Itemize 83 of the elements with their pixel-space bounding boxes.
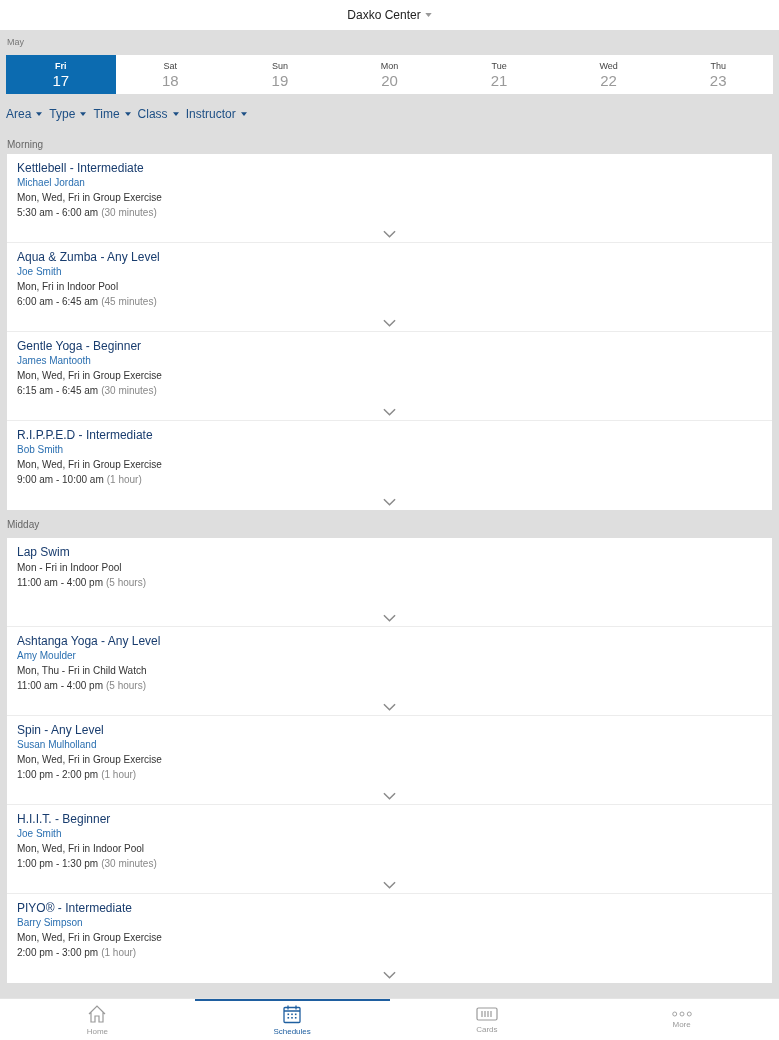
class-card[interactable]: Spin - Any Level Susan Mulholland Mon, Wed, Fri in Group Exercise 1:00 pm - 2:00 pm (1 hour) [7, 716, 772, 805]
class-duration: (30 minutes) [101, 206, 157, 220]
instructor-link[interactable]: Michael Jordan [17, 176, 762, 190]
class-location: Mon, Wed, Fri in Group Exercise [17, 931, 163, 945]
more-icon [671, 1010, 692, 1017]
class-time: 1:00 pm - 1:30 pm [17, 857, 99, 871]
class-card[interactable]: H.I.I.T. - Beginner Joe Smith Mon, Wed, Fri in Indoor Pool 1:00 pm - 1:30 pm (30 minutes) [7, 805, 772, 894]
caret-icon [240, 112, 247, 116]
class-card[interactable]: Ashtanga Yoga - Any Level Amy Moulder Mon, Thu - Fri in Child Watch 11:00 am - 4:00 pm (5 hours) [7, 627, 772, 716]
class-title[interactable]: Ashtanga Yoga - Any Level [17, 633, 762, 649]
class-card[interactable]: Kettlebell - Intermediate Michael Jordan Mon, Wed, Fri in Group Exercise 5:30 am - 6:00 am (30 minutes) [7, 154, 772, 243]
calendar-icon [282, 1003, 303, 1024]
class-time: 6:15 am - 6:45 am [17, 384, 99, 398]
date-tab[interactable]: Fri 17 [6, 55, 116, 94]
class-card[interactable]: Aqua & Zumba - Any Level Joe Smith Mon, Fri in Indoor Pool 6:00 am - 6:45 am (45 minutes) [7, 243, 772, 332]
class-title[interactable]: Aqua & Zumba - Any Level [17, 249, 762, 265]
class-time: 9:00 am - 10:00 am [17, 473, 104, 487]
chevron-down-icon[interactable] [383, 319, 396, 327]
filter-dropdown[interactable]: Time [93, 105, 131, 123]
class-card[interactable]: Gentle Yoga - Beginner James Mantooth Mon, Wed, Fri in Group Exercise 6:15 am - 6:45 am (30 minutes) [7, 332, 772, 421]
class-time: 1:00 pm - 2:00 pm [17, 768, 99, 782]
section-header: Midday [7, 517, 40, 532]
class-location: Mon, Thu - Fri in Child Watch [17, 664, 148, 678]
class-time: 11:00 am - 4:00 pm [17, 679, 103, 693]
class-time: 6:00 am - 6:45 am [17, 295, 99, 309]
class-time: 5:30 am - 6:00 am [17, 206, 99, 220]
month-label: May [7, 35, 24, 49]
class-location: Mon - Fri in Indoor Pool [17, 561, 123, 575]
class-time: 2:00 pm - 3:00 pm [17, 946, 99, 960]
class-duration: (1 hour) [106, 473, 142, 487]
chevron-down-icon[interactable] [383, 230, 396, 238]
class-card[interactable]: PIYO® - Intermediate Barry Simpson Mon, Wed, Fri in Group Exercise 2:00 pm - 3:00 pm (1 hour) [7, 894, 772, 983]
class-duration: (5 hours) [106, 679, 146, 693]
home-icon [87, 1003, 108, 1024]
class-title[interactable]: H.I.I.T. - Beginner [17, 811, 762, 827]
class-duration: (1 hour) [101, 768, 137, 782]
filter-dropdown[interactable]: Class [137, 105, 179, 123]
class-location: Mon, Wed, Fri in Group Exercise [17, 191, 163, 205]
instructor-link[interactable]: James Mantooth [17, 354, 762, 368]
class-duration: (30 minutes) [101, 384, 157, 398]
class-title[interactable]: Spin - Any Level [17, 722, 762, 738]
caret-icon [124, 112, 131, 116]
class-duration: (1 hour) [101, 946, 137, 960]
chevron-down-icon[interactable] [383, 703, 396, 711]
class-card[interactable]: Lap Swim Mon - Fri in Indoor Pool 11:00 am - 4:00 pm (5 hours) [7, 538, 772, 627]
instructor-link[interactable]: Amy Moulder [17, 649, 762, 663]
filter-dropdown[interactable]: Instructor [185, 105, 247, 123]
class-title[interactable]: R.I.P.P.E.D - Intermediate [17, 427, 762, 443]
chevron-down-icon[interactable] [383, 881, 396, 889]
instructor-link[interactable]: Barry Simpson [17, 916, 762, 930]
class-title[interactable]: Lap Swim [17, 544, 762, 560]
filter-dropdown[interactable]: Area [6, 105, 43, 123]
caret-icon [36, 112, 43, 116]
instructor-link[interactable]: Bob Smith [17, 443, 762, 457]
instructor-link[interactable]: Joe Smith [17, 827, 762, 841]
chevron-down-icon[interactable] [383, 971, 396, 979]
chevron-down-icon[interactable] [383, 498, 396, 506]
class-location: Mon, Wed, Fri in Group Exercise [17, 369, 163, 383]
class-title[interactable]: Gentle Yoga - Beginner [17, 338, 762, 354]
chevron-down-icon[interactable] [383, 408, 396, 416]
card-icon [475, 1005, 498, 1022]
class-duration: (45 minutes) [101, 295, 157, 309]
caret-icon [172, 112, 179, 116]
class-location: Mon, Wed, Fri in Group Exercise [17, 458, 163, 472]
instructor-link[interactable]: Joe Smith [17, 265, 762, 279]
class-location: Mon, Wed, Fri in Indoor Pool [17, 842, 146, 856]
section-header: Morning [7, 137, 44, 152]
class-duration: (5 hours) [106, 576, 146, 590]
class-duration: (30 minutes) [101, 857, 157, 871]
filter-dropdown[interactable]: Type [49, 105, 87, 123]
chevron-down-icon[interactable] [383, 792, 396, 800]
class-title[interactable]: Kettlebell - Intermediate [17, 160, 762, 176]
tab-bar-item[interactable]: Schedules [194, 999, 390, 1040]
class-title[interactable]: PIYO® - Intermediate [17, 900, 762, 916]
chevron-down-icon[interactable] [383, 614, 396, 622]
caret-icon [424, 13, 432, 17]
location-title[interactable]: Daxko Center [347, 6, 421, 24]
class-time: 11:00 am - 4:00 pm [17, 576, 103, 590]
class-location: Mon, Fri in Indoor Pool [17, 280, 120, 294]
class-card[interactable]: R.I.P.P.E.D - Intermediate Bob Smith Mon, Wed, Fri in Group Exercise 9:00 am - 10:00 am (1 hour) [7, 421, 772, 510]
class-location: Mon, Wed, Fri in Group Exercise [17, 753, 163, 767]
instructor-link[interactable]: Susan Mulholland [17, 738, 762, 752]
caret-icon [80, 112, 87, 116]
